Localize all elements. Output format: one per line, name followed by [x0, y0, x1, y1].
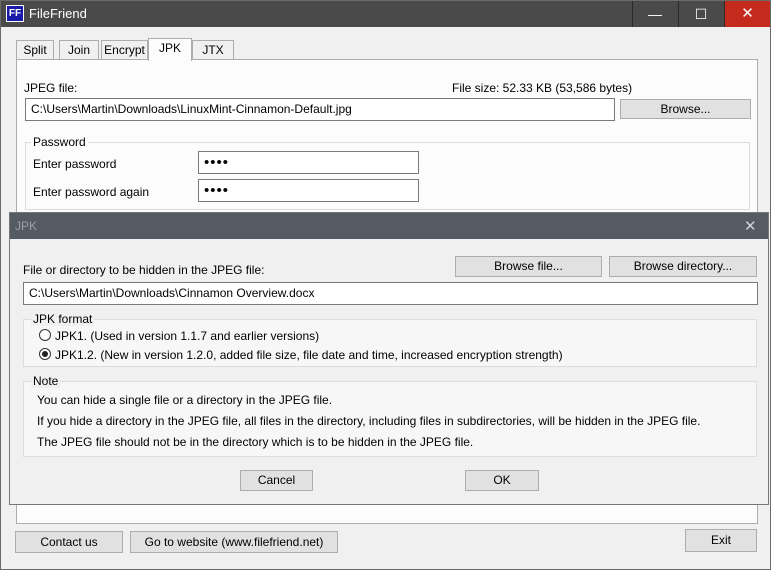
enter-password-label: Enter password — [33, 157, 117, 171]
note-line-2: If you hide a directory in the JPEG file… — [37, 414, 701, 428]
jpk12-label[interactable]: JPK1.2. (New in version 1.2.0, added fil… — [55, 348, 563, 362]
jpk-dialog: JPK ✕ File or directory to be hidden in … — [9, 212, 769, 505]
tab-join[interactable]: Join — [59, 40, 99, 60]
close-icon[interactable]: ✕ — [724, 1, 770, 27]
jpk12-radio[interactable] — [39, 348, 51, 360]
browse-directory-button[interactable]: Browse directory... — [609, 256, 757, 277]
password-again-field[interactable]: •••• — [198, 179, 419, 202]
ok-button[interactable]: OK — [465, 470, 539, 491]
note-line-1: You can hide a single file or a director… — [37, 393, 333, 407]
contact-us-button[interactable]: Contact us — [15, 531, 123, 553]
tab-jtx[interactable]: JTX — [192, 40, 234, 60]
jpk-format-group-label: JPK format — [31, 312, 95, 326]
maximize-icon[interactable]: ☐ — [678, 1, 723, 27]
dialog-title: JPK — [15, 219, 38, 233]
password-field[interactable]: •••• — [198, 151, 419, 174]
dialog-close-icon[interactable]: ✕ — [744, 217, 757, 235]
jpeg-path-field[interactable]: C:\Users\Martin\Downloads\LinuxMint-Cinn… — [25, 98, 615, 121]
jpeg-file-label: JPEG file: — [24, 81, 78, 95]
tab-encrypt[interactable]: Encrypt — [101, 40, 148, 60]
tab-jpk[interactable]: JPK — [148, 38, 192, 61]
jpk1-radio[interactable] — [39, 329, 51, 341]
note-group-label: Note — [31, 374, 61, 388]
note-line-3: The JPEG file should not be in the direc… — [37, 435, 474, 449]
jpk1-label[interactable]: JPK1. (Used in version 1.1.7 and earlier… — [55, 329, 319, 343]
cancel-button[interactable]: Cancel — [240, 470, 313, 491]
enter-password-again-label: Enter password again — [33, 185, 150, 199]
minimize-icon[interactable]: — — [632, 1, 677, 27]
dialog-body: File or directory to be hidden in the JP… — [10, 239, 768, 504]
file-size-label: File size: 52.33 KB (53,586 bytes) — [452, 81, 633, 95]
title-bar[interactable]: FF FileFriend — ☐ ✕ — [1, 1, 770, 27]
dialog-title-bar[interactable]: JPK ✕ — [10, 213, 768, 239]
go-to-website-button[interactable]: Go to website (www.filefriend.net) — [130, 531, 338, 553]
hidden-file-label: File or directory to be hidden in the JP… — [23, 263, 265, 277]
tab-split[interactable]: Split — [16, 40, 54, 60]
exit-button[interactable]: Exit — [685, 529, 757, 552]
password-group-label: Password — [31, 135, 88, 149]
app-logo-icon: FF — [6, 5, 24, 22]
browse-button[interactable]: Browse... — [620, 99, 751, 119]
browse-file-button[interactable]: Browse file... — [455, 256, 602, 277]
hidden-path-field[interactable]: C:\Users\Martin\Downloads\Cinnamon Overv… — [23, 282, 758, 305]
window-title: FileFriend — [29, 6, 87, 21]
